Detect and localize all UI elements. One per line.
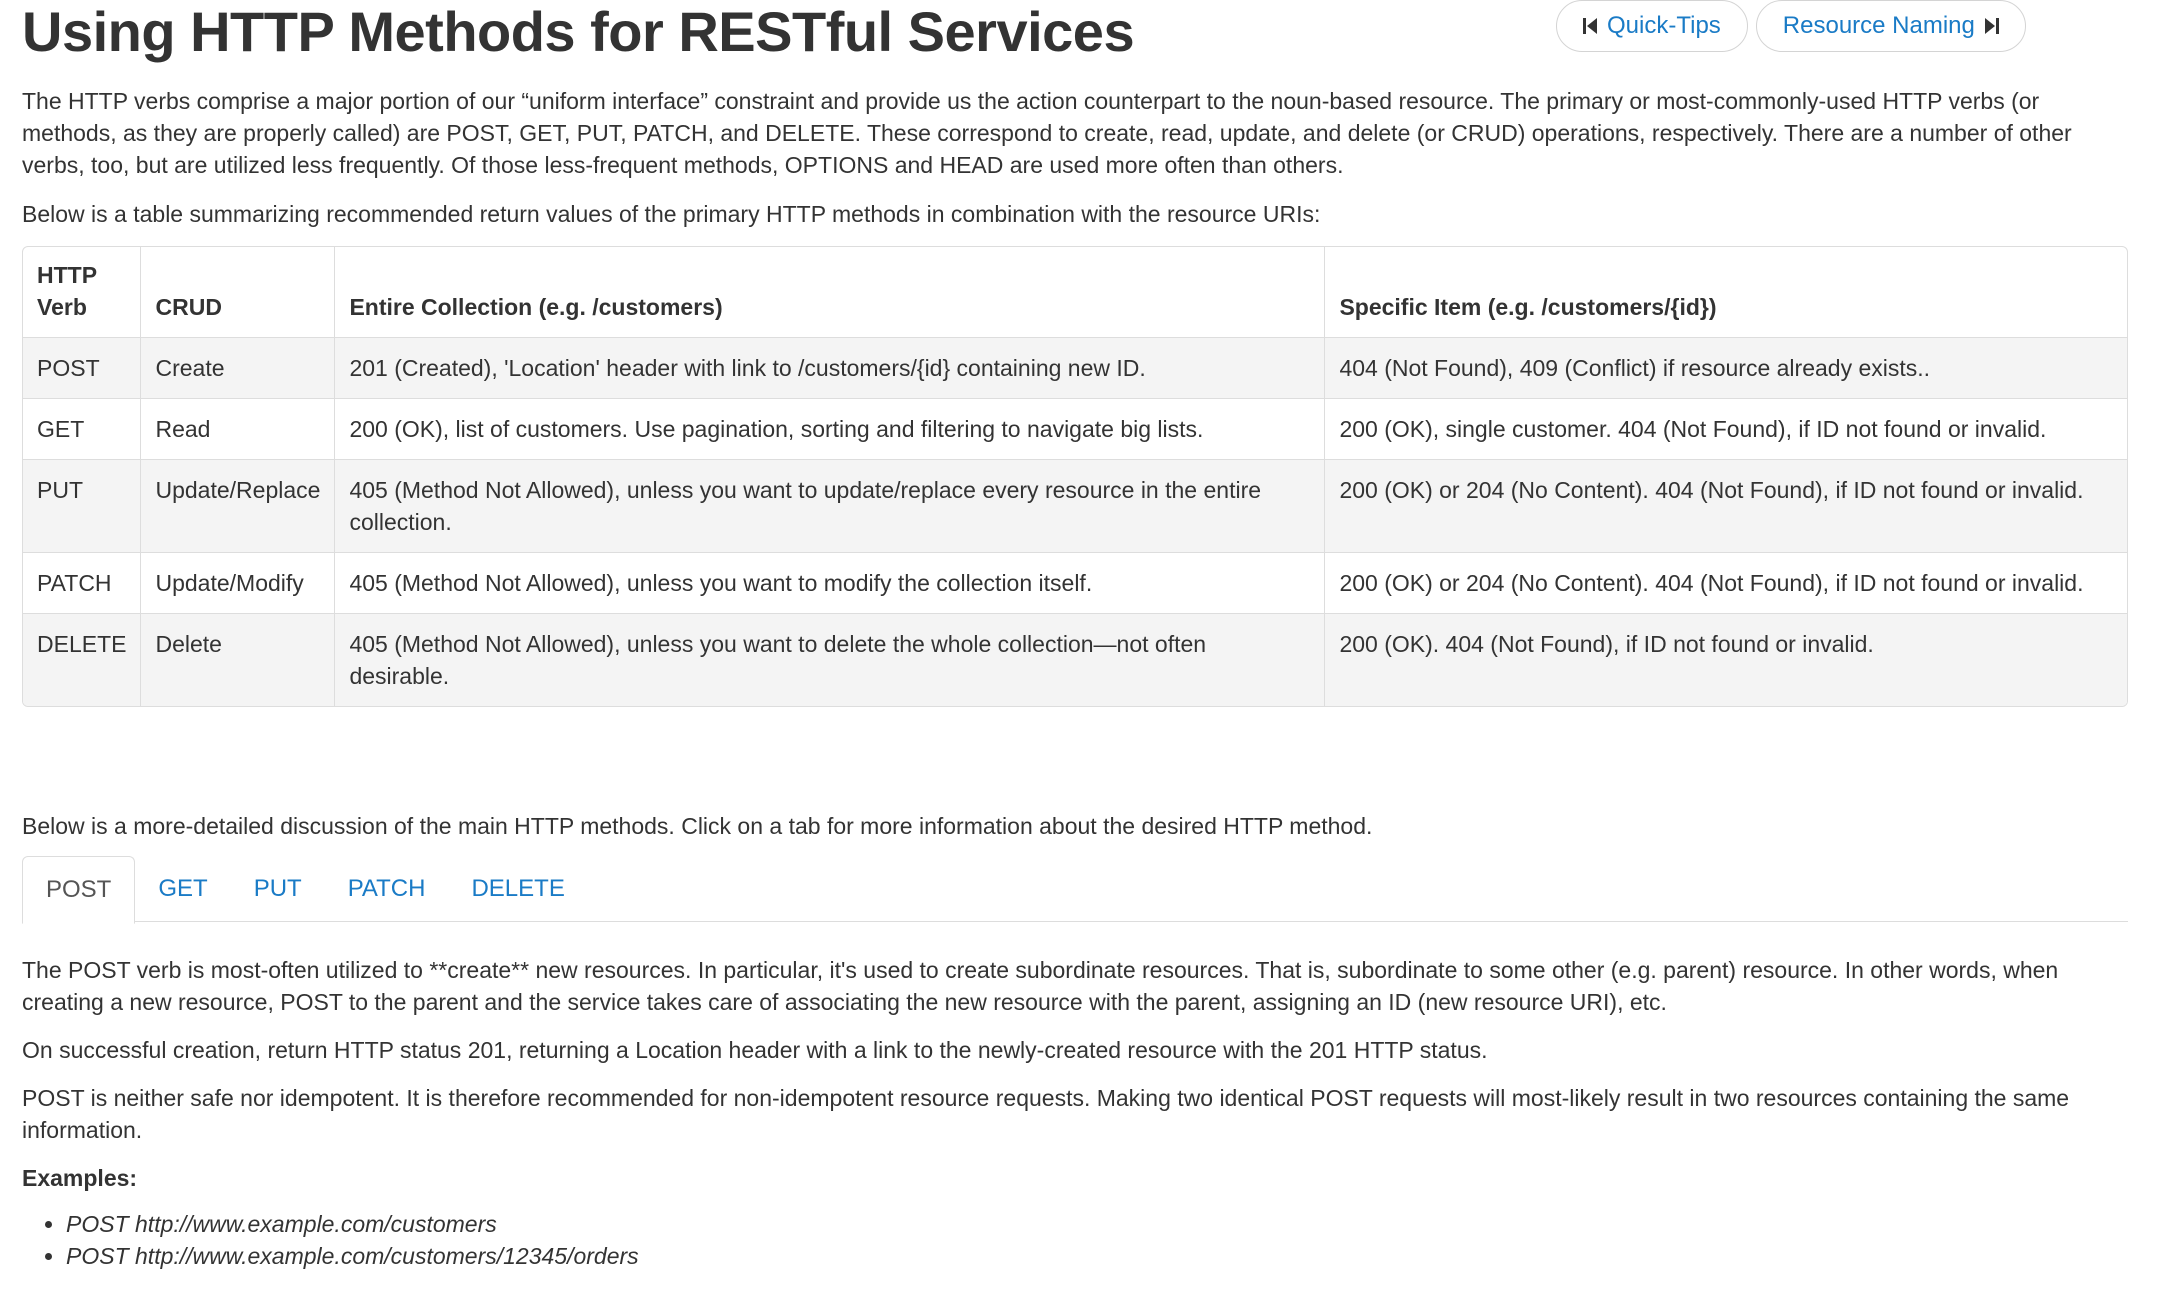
header-verb: HTTP Verb: [23, 247, 142, 338]
cell-crud: Delete: [140, 613, 336, 706]
examples-list: POST http://www.example.com/customers PO…: [22, 1208, 2134, 1272]
methods-table: HTTP Verb CRUD Entire Collection (e.g. /c…: [23, 247, 2127, 706]
tab-get[interactable]: GET: [135, 856, 230, 922]
page: Using HTTP Methods for RESTful Services …: [0, 0, 2166, 1298]
page-title: Using HTTP Methods for RESTful Services: [22, 0, 1135, 63]
cell-collection: 200 (OK), list of customers. Use paginat…: [334, 398, 1326, 460]
cell-item: 200 (OK). 404 (Not Found), if ID not fou…: [1324, 613, 2127, 706]
post-description: The POST verb is most-often utilized to …: [22, 957, 2059, 1015]
intro-paragraph: The HTTP verbs comprise a major portion …: [22, 88, 2072, 178]
cell-verb: PUT: [23, 459, 142, 553]
cell-item: 404 (Not Found), 409 (Conflict) if resou…: [1324, 337, 2127, 399]
post-idempotency-note: POST is neither safe nor idempotent. It …: [22, 1085, 2070, 1143]
cell-verb: GET: [23, 398, 142, 460]
header-collection: Entire Collection (e.g. /customers): [334, 247, 1326, 338]
pager-nav: Quick-Tips Resource Naming: [1556, 0, 2026, 52]
table-row: GET Read 200 (OK), list of customers. Us…: [23, 398, 2127, 460]
header-item: Specific Item (e.g. /customers/{id}): [1324, 247, 2127, 338]
cell-collection: 405 (Method Not Allowed), unless you wan…: [334, 613, 1326, 706]
method-tabs: POST GET PUT PATCH DELETE: [22, 856, 2128, 924]
header-crud: CRUD: [140, 247, 336, 338]
tab-put[interactable]: PUT: [231, 856, 325, 922]
cell-collection: 405 (Method Not Allowed), unless you wan…: [334, 552, 1326, 614]
post-success-note: On successful creation, return HTTP stat…: [22, 1037, 1488, 1063]
list-item: POST http://www.example.com/customers: [66, 1208, 2134, 1240]
skip-back-icon: [1583, 17, 1597, 35]
cell-verb: POST: [23, 337, 142, 399]
cell-crud: Create: [140, 337, 336, 399]
prev-page-button[interactable]: Quick-Tips: [1556, 0, 1748, 52]
table-intro: Below is a table summarizing recommended…: [22, 201, 1321, 227]
tab-post[interactable]: POST: [22, 856, 136, 924]
cell-collection: 201 (Created), 'Location' header with li…: [334, 337, 1326, 399]
tab-delete[interactable]: DELETE: [448, 856, 587, 922]
table-row: PUT Update/Replace 405 (Method Not Allow…: [23, 459, 2127, 553]
cell-item: 200 (OK), single customer. 404 (Not Foun…: [1324, 398, 2127, 460]
cell-crud: Read: [140, 398, 336, 460]
table-row: PATCH Update/Modify 405 (Method Not Allo…: [23, 552, 2127, 614]
prev-page-label: Quick-Tips: [1607, 12, 1721, 39]
post-tab-panel: The POST verb is most-often utilized to …: [22, 954, 2134, 1272]
table-header-row: HTTP Verb CRUD Entire Collection (e.g. /c…: [23, 247, 2127, 338]
cell-item: 200 (OK) or 204 (No Content). 404 (Not F…: [1324, 552, 2127, 614]
list-item: POST http://www.example.com/customers/12…: [66, 1240, 2134, 1272]
skip-forward-icon: [1984, 17, 1999, 35]
methods-table-container: HTTP Verb CRUD Entire Collection (e.g. /c…: [22, 246, 2128, 707]
cell-collection: 405 (Method Not Allowed), unless you wan…: [334, 459, 1326, 553]
table-row: DELETE Delete 405 (Method Not Allowed), …: [23, 613, 2127, 706]
cell-item: 200 (OK) or 204 (No Content). 404 (Not F…: [1324, 459, 2127, 553]
tab-patch[interactable]: PATCH: [325, 856, 449, 922]
cell-crud: Update/Replace: [140, 459, 336, 553]
next-page-label: Resource Naming: [1782, 12, 1975, 39]
cell-crud: Update/Modify: [140, 552, 336, 614]
next-page-button[interactable]: Resource Naming: [1755, 0, 2026, 52]
cell-verb: DELETE: [23, 613, 142, 706]
examples-heading: Examples:: [22, 1165, 138, 1191]
cell-verb: PATCH: [23, 552, 142, 614]
table-row: POST Create 201 (Created), 'Location' he…: [23, 337, 2127, 399]
discussion-intro: Below is a more-detailed discussion of t…: [22, 813, 1373, 839]
